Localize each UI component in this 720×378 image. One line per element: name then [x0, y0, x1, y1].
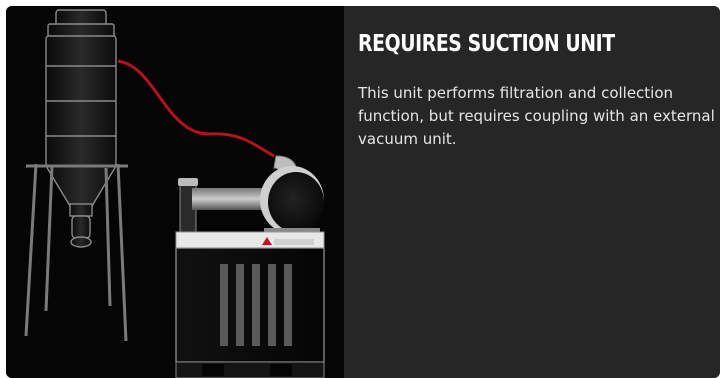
product-image: [6, 6, 344, 378]
card-title: REQUIRES SUCTION UNIT: [358, 31, 615, 57]
feature-card: REQUIRES SUCTION UNIT This unit performs…: [6, 6, 720, 378]
main-cabinet: [175, 231, 325, 378]
filter-unit-illustration: [24, 9, 325, 378]
card-description: This unit performs filtration and collec…: [358, 84, 715, 148]
fan-housing: [260, 166, 324, 236]
filter-column: [44, 9, 118, 248]
horizontal-pipe: [192, 188, 272, 210]
hose: [117, 59, 275, 158]
